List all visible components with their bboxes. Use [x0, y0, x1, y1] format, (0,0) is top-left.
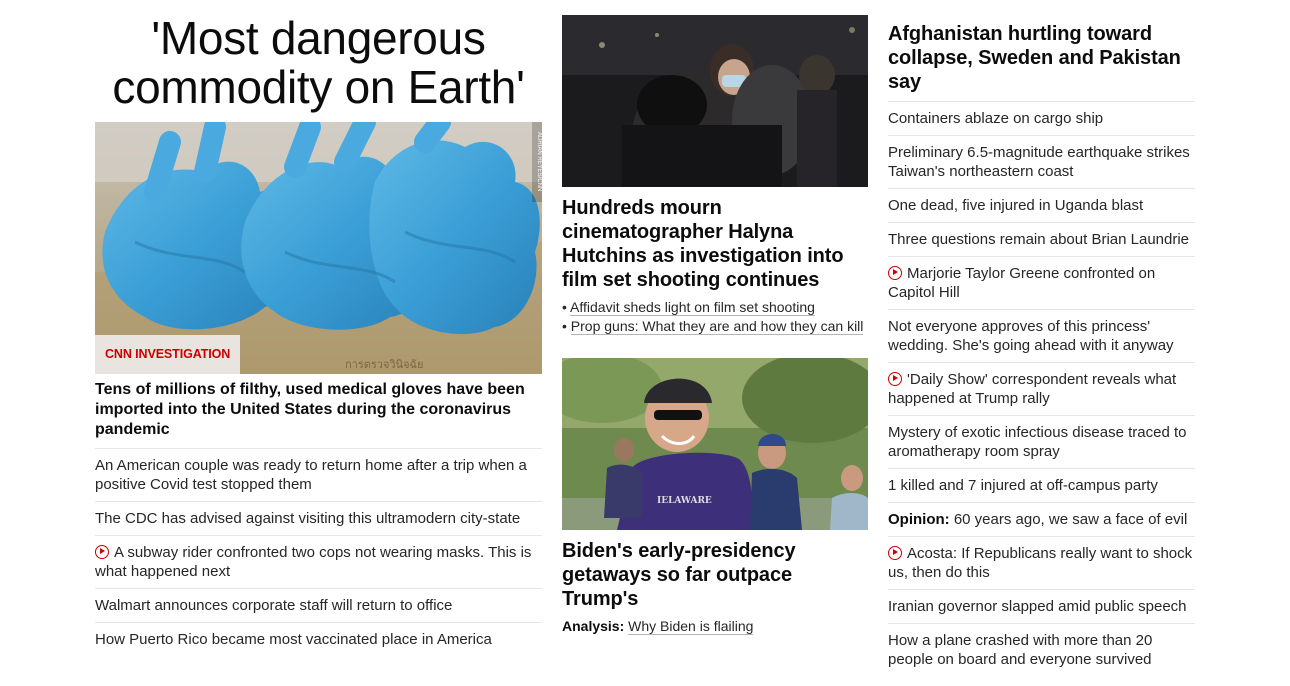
mourners-image — [562, 15, 868, 187]
right-headline-list: Containers ablaze on cargo ship Prelimina… — [888, 102, 1195, 676]
headline-text: Acosta: If Republicans really want to sh… — [888, 545, 1193, 581]
headline-prefix: Opinion: — [888, 511, 950, 528]
biden-image: IELAWARE — [562, 358, 868, 530]
headline-list-item[interactable]: One dead, five injured in Uganda blast — [888, 189, 1195, 223]
big-headline-link[interactable]: 'Most dangerous commodity on Earth' — [95, 14, 542, 112]
headline-text: Three questions remain about Brian Laund… — [888, 231, 1190, 248]
headline-list-item[interactable]: Iranian governor slapped amid public spe… — [888, 590, 1195, 624]
headline-list-item[interactable]: 'Daily Show' correspondent reveals what … — [888, 363, 1195, 416]
headline-text: How Puerto Rico became most vaccinated p… — [95, 631, 492, 648]
headline-text: Marjorie Taylor Greene confronted on Cap… — [888, 265, 1156, 301]
gloves-photo[interactable]: การตรวจวินิจฉัย ADRIAN REYES/CNN CNN INV… — [95, 122, 542, 374]
play-video-icon — [888, 266, 902, 280]
headline-list-item[interactable]: Mystery of exotic infectious disease tra… — [888, 416, 1195, 469]
svg-text:การตรวจวินิจฉัย: การตรวจวินิจฉัย — [345, 358, 424, 371]
headline-list-item[interactable]: How Puerto Rico became most vaccinated p… — [95, 623, 542, 656]
headline-text: A subway rider confronted two cops not w… — [95, 544, 532, 580]
headline-text: 'Daily Show' correspondent reveals what … — [888, 371, 1177, 407]
related-link-row: • Affidavit sheds light on film set shoo… — [562, 299, 815, 316]
headline-text: One dead, five injured in Uganda blast — [888, 197, 1144, 214]
related-link-row: • Prop guns: What they are and how they … — [562, 318, 864, 335]
headline-list-item[interactable]: The CDC has advised against visiting thi… — [95, 502, 542, 536]
analysis-label: Analysis: — [562, 618, 625, 634]
headline-list-item[interactable]: Acosta: If Republicans really want to sh… — [888, 537, 1195, 590]
headline-text: Preliminary 6.5-magnitude earthquake str… — [888, 144, 1190, 180]
headline-list-item[interactable]: A subway rider confronted two cops not w… — [95, 536, 542, 589]
headline-list-item[interactable]: Preliminary 6.5-magnitude earthquake str… — [888, 136, 1195, 189]
biden-photo[interactable]: IELAWARE — [562, 358, 868, 530]
headline-list-item[interactable]: How a plane crashed with more than 20 pe… — [888, 624, 1195, 676]
svg-text:IELAWARE: IELAWARE — [657, 496, 712, 506]
related-story-link[interactable]: Prop guns: What they are and how they ca… — [570, 318, 864, 335]
headline-text: Walmart announces corporate staff will r… — [95, 597, 453, 614]
story2-headline-link[interactable]: Biden's early-presidency getaways so far… — [562, 539, 868, 611]
headline-text: Containers ablaze on cargo ship — [888, 110, 1104, 127]
play-video-icon — [888, 546, 902, 560]
play-video-icon — [95, 545, 109, 559]
mourners-photo[interactable] — [562, 15, 868, 187]
headline-list-item[interactable]: Containers ablaze on cargo ship — [888, 102, 1195, 136]
headline-text: An American couple was ready to return h… — [95, 457, 527, 493]
headline-list-item[interactable]: An American couple was ready to return h… — [95, 449, 542, 502]
headline-list-item[interactable]: Opinion: 60 years ago, we saw a face of … — [888, 503, 1195, 537]
headline-list-item[interactable]: Walmart announces corporate staff will r… — [95, 589, 542, 623]
headline-text: Not everyone approves of this princess' … — [888, 318, 1174, 354]
investigation-badge: CNN INVESTIGATION — [95, 335, 241, 374]
headline-text: 60 years ago, we saw a face of evil — [953, 511, 1188, 528]
headline-list-item[interactable]: Three questions remain about Brian Laund… — [888, 223, 1195, 257]
play-video-icon — [888, 372, 902, 386]
left-column: 'Most dangerous commodity on Earth' การต… — [95, 0, 542, 656]
headline-text: Iranian governor slapped amid public spe… — [888, 598, 1187, 615]
headline-text: Mystery of exotic infectious disease tra… — [888, 424, 1187, 460]
lead-story-link[interactable]: Tens of millions of filthy, used medical… — [95, 380, 542, 449]
middle-column: Hundreds mourn cinematographer Halyna Hu… — [562, 0, 868, 635]
analysis-link[interactable]: Why Biden is flailing — [628, 618, 754, 635]
headline-text: How a plane crashed with more than 20 pe… — [888, 632, 1153, 668]
afghanistan-headline-link[interactable]: Afghanistan hurtling toward collapse, Sw… — [888, 22, 1195, 102]
headline-list-item[interactable]: Not everyone approves of this princess' … — [888, 310, 1195, 363]
headline-text: The CDC has advised against visiting thi… — [95, 510, 521, 527]
analysis-line: Analysis: Why Biden is flailing — [562, 617, 868, 635]
related-story-link[interactable]: Affidavit sheds light on film set shooti… — [570, 299, 815, 316]
headline-text: 1 killed and 7 injured at off-campus par… — [888, 477, 1158, 494]
story1-headline-link[interactable]: Hundreds mourn cinematographer Halyna Hu… — [562, 196, 868, 292]
image-credit: ADRIAN REYES/CNN — [532, 122, 542, 202]
story1-related-links: • Affidavit sheds light on film set shoo… — [562, 298, 868, 336]
right-column: Afghanistan hurtling toward collapse, Sw… — [888, 0, 1195, 676]
left-headline-list: An American couple was ready to return h… — [95, 449, 542, 656]
headline-list-item[interactable]: 1 killed and 7 injured at off-campus par… — [888, 469, 1195, 503]
headline-list-item[interactable]: Marjorie Taylor Greene confronted on Cap… — [888, 257, 1195, 310]
